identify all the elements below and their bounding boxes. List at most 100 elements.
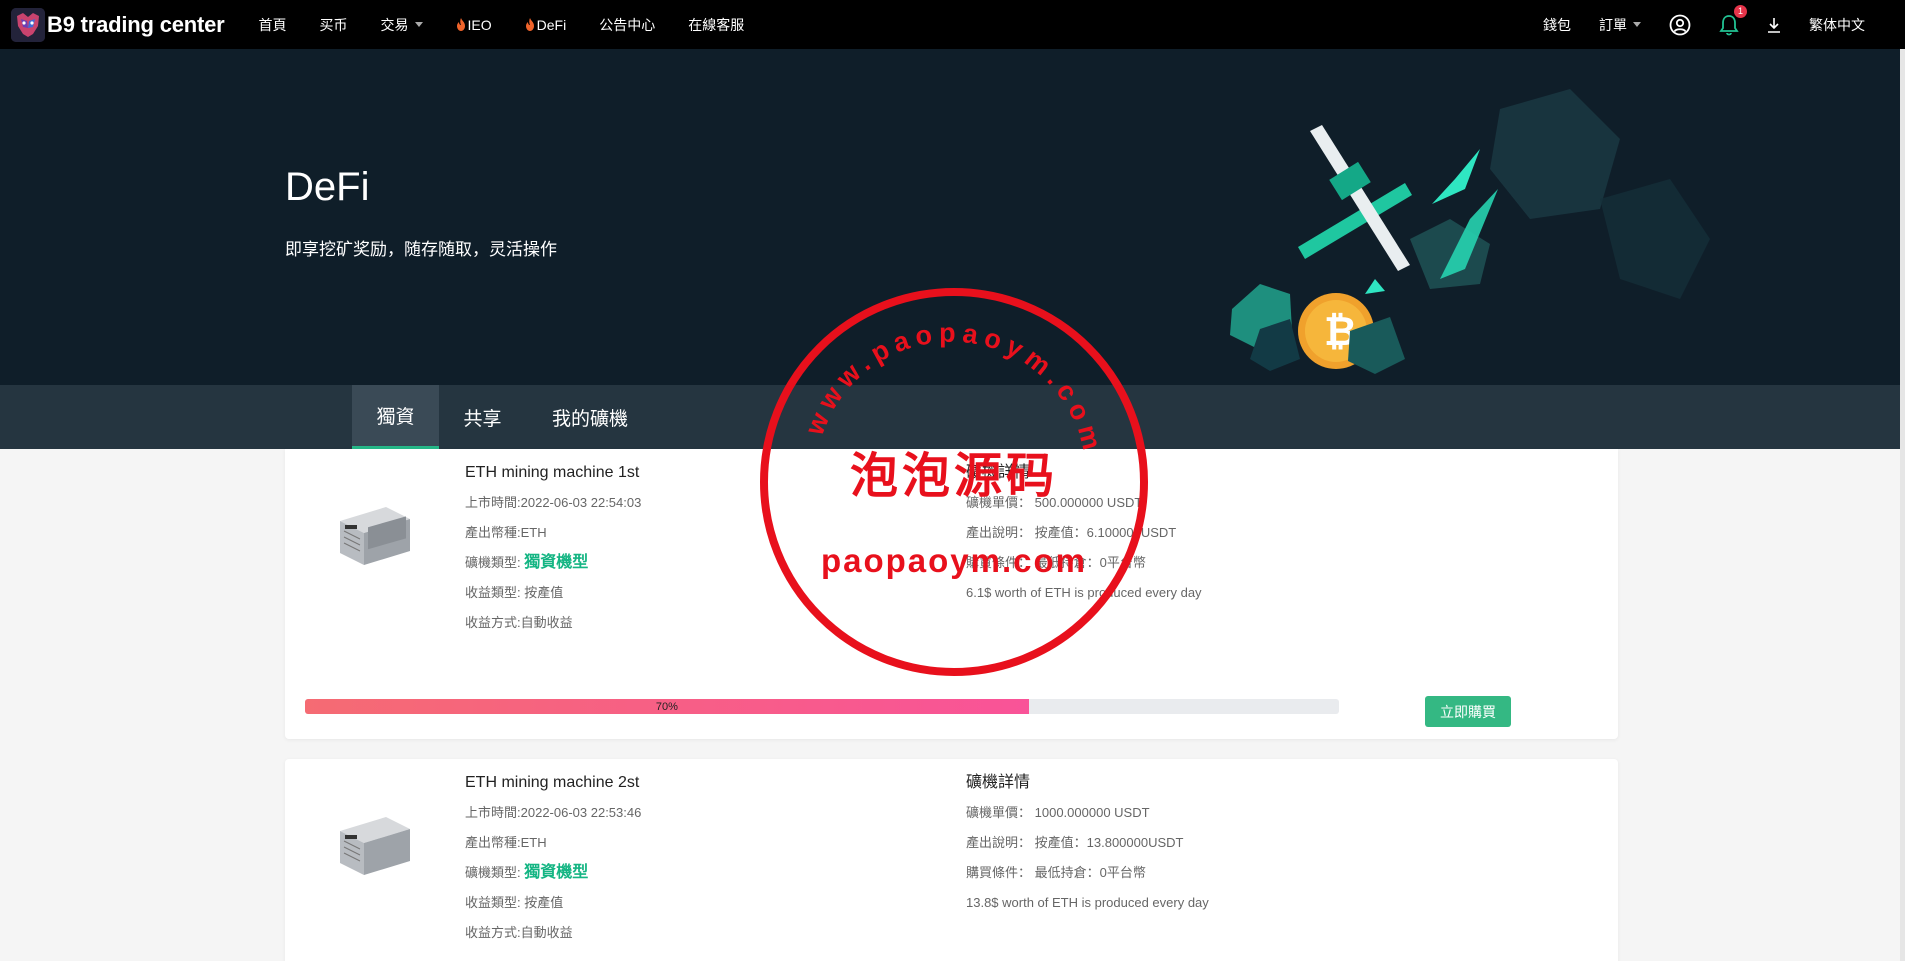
page-title: DeFi <box>285 165 370 209</box>
row-label: 購買條件： <box>966 555 1032 570</box>
listed-time-value: 2022-06-03 22:53:46 <box>520 805 642 820</box>
row-label: 產出說明： <box>966 835 1032 850</box>
row-label: 收益方式: <box>465 615 521 630</box>
user-icon[interactable] <box>1669 14 1691 36</box>
currency-value: ETH <box>520 525 547 540</box>
language-label: 繁体中文 <box>1809 16 1865 33</box>
unit-price-value: 500.000000 USDT <box>1034 495 1143 510</box>
tab-exclusive[interactable]: 獨資 <box>352 385 439 449</box>
unit-price-row: 礦機單價： 1000.000000 USDT <box>966 798 1209 828</box>
language-selector[interactable]: 繁体中文 <box>1809 15 1865 35</box>
tab-label: 獨資 <box>376 407 415 428</box>
revenue-method-value: 自動收益 <box>520 925 573 940</box>
hero-subtitle: 即享挖矿奖励，随存随取，灵活操作 <box>285 240 557 259</box>
nav-item-trade[interactable]: 交易 <box>381 15 423 35</box>
tab-my-miners[interactable]: 我的礦機 <box>532 385 648 449</box>
purchase-value: 最低持倉：0平台幣 <box>1034 865 1146 880</box>
mining-illustration: ₿ <box>1230 89 1710 374</box>
row-label: 產出幣種: <box>465 835 521 850</box>
output-value: 按產值：13.800000USDT <box>1034 835 1184 850</box>
revenue-method-row: 收益方式:自動收益 <box>465 608 641 638</box>
nav-item-label: DeFi <box>536 16 567 33</box>
row-label: 產出幣種: <box>465 525 521 540</box>
row-label: 產出說明： <box>966 525 1032 540</box>
nav-item-label: 公告中心 <box>599 16 656 33</box>
type-value: 獨資機型 <box>524 864 589 881</box>
nav-item-defi[interactable]: DeFi <box>525 16 567 33</box>
tab-label: 我的礦機 <box>551 408 628 430</box>
download-icon[interactable] <box>1767 17 1781 33</box>
miner-icon <box>340 817 410 875</box>
fire-icon <box>525 18 534 31</box>
row-label: 礦機類型: <box>465 555 521 570</box>
machine-name: ETH mining machine 1st <box>465 464 640 481</box>
type-row: 礦機類型: 獨資機型 <box>465 548 641 578</box>
wallet-link[interactable]: 錢包 <box>1543 15 1571 35</box>
type-value: 獨資機型 <box>524 554 589 571</box>
brand[interactable]: B9 trading center <box>11 7 225 42</box>
nav-item-buy-coin[interactable]: 买币 <box>320 15 348 35</box>
orders-label: 訂單 <box>1599 16 1627 33</box>
wallet-label: 錢包 <box>1543 16 1571 33</box>
purchase-value: 最低持倉：0平台幣 <box>1034 555 1146 570</box>
tabs-bar: 獨資 共享 我的礦機 <box>0 385 1905 449</box>
machine-details: 礦機詳情 礦機單價： 1000.000000 USDT 產出說明： 按產值：13… <box>966 773 1209 918</box>
row-label: 收益類型: <box>465 895 521 910</box>
nav-item-label: IEO <box>467 16 492 33</box>
revenue-method-value: 自動收益 <box>520 615 573 630</box>
nav-item-ieo[interactable]: IEO <box>456 17 492 33</box>
caret-down-icon <box>1633 22 1641 27</box>
row-label: 礦機單價： <box>966 805 1032 820</box>
nav-item-label: 在線客服 <box>688 16 745 33</box>
progress-fill: 70% <box>305 699 1029 714</box>
details-title: 礦機詳情 <box>966 774 1031 791</box>
nav-item-announcements[interactable]: 公告中心 <box>599 15 655 35</box>
daily-output-note: 13.8$ worth of ETH is produced every day <box>966 895 1209 910</box>
machine-info: ETH mining machine 2st 上市時間:2022-06-03 2… <box>465 773 641 948</box>
output-value: 按產值：6.100000USDT <box>1034 525 1177 540</box>
machine-name: ETH mining machine 2st <box>465 774 640 791</box>
type-row: 礦機類型: 獨資機型 <box>465 858 641 888</box>
buy-now-button[interactable]: 立即購買 <box>1425 696 1511 727</box>
output-row: 產出說明： 按產值：6.100000USDT <box>966 518 1202 548</box>
nav-right: 錢包 訂單 1 繁体中文 <box>1543 0 1865 49</box>
nav-item-label: 买币 <box>319 16 348 33</box>
fire-icon <box>456 18 465 31</box>
top-navigation: B9 trading center 首頁 买币 交易 IEO DeFi 公告中心… <box>0 0 1905 49</box>
unit-price-value: 1000.000000 USDT <box>1034 805 1150 820</box>
row-label: 收益方式: <box>465 925 521 940</box>
bell-icon[interactable]: 1 <box>1719 4 1747 36</box>
orders-dropdown[interactable]: 訂單 <box>1599 15 1641 35</box>
hero-banner: DeFi 即享挖矿奖励，随存随取，灵活操作 ₿ <box>0 49 1905 385</box>
output-row: 產出說明： 按產值：13.800000USDT <box>966 828 1209 858</box>
page-scrollbar[interactable] <box>1900 49 1905 961</box>
tab-shared[interactable]: 共享 <box>439 385 526 449</box>
nav-item-support[interactable]: 在線客服 <box>688 15 744 35</box>
sales-progress-bar: 70% <box>305 699 1339 714</box>
miner-icon <box>340 507 410 565</box>
row-label: 上市時間: <box>465 805 521 820</box>
caret-down-icon <box>414 22 423 27</box>
progress-text: 70% <box>655 700 678 713</box>
machine-card: ETH mining machine 1st 上市時間:2022-06-03 2… <box>285 449 1618 739</box>
revenue-type-value: 按產值 <box>524 895 564 910</box>
unit-price-row: 礦機單價： 500.000000 USDT <box>966 488 1202 518</box>
row-label: 購買條件： <box>966 865 1032 880</box>
currency-value: ETH <box>520 835 547 850</box>
listed-time-row: 上市時間:2022-06-03 22:53:46 <box>465 798 641 828</box>
nav-item-home[interactable]: 首頁 <box>259 15 287 35</box>
currency-row: 產出幣種:ETH <box>465 828 641 858</box>
listed-time-value: 2022-06-03 22:54:03 <box>520 495 642 510</box>
revenue-type-value: 按產值 <box>524 585 564 600</box>
machine-card: ETH mining machine 2st 上市時間:2022-06-03 2… <box>285 759 1618 961</box>
listed-time-row: 上市時間:2022-06-03 22:54:03 <box>465 488 641 518</box>
tab-label: 共享 <box>463 408 502 430</box>
row-label: 收益類型: <box>465 585 521 600</box>
notification-badge: 1 <box>1734 4 1747 18</box>
details-title: 礦機詳情 <box>966 464 1031 481</box>
logo-icon <box>11 7 45 42</box>
nav-item-label: 首頁 <box>258 16 287 33</box>
daily-output-note: 6.1$ worth of ETH is produced every day <box>966 585 1202 600</box>
row-label: 礦機單價： <box>966 495 1032 510</box>
row-label: 礦機類型: <box>465 865 521 880</box>
